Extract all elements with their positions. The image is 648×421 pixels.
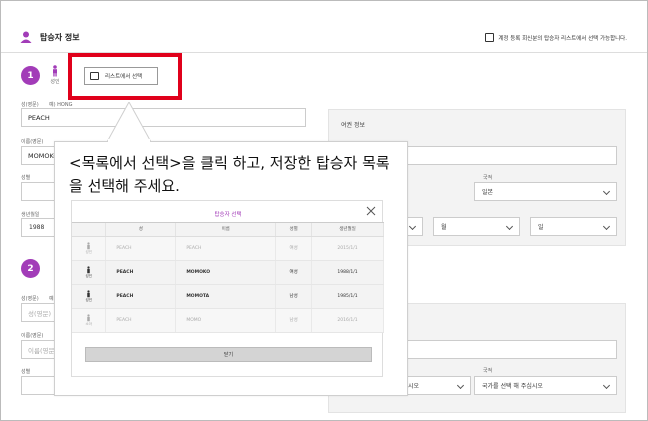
month-value: 월 bbox=[441, 224, 447, 231]
table-header-row: 성 이름 성별 생년월일 bbox=[72, 223, 384, 237]
person-icon bbox=[87, 241, 90, 249]
header-note: 계정 등록 회신분의 탑승자 리스트에서 선택 가능합니다. bbox=[485, 33, 627, 42]
highlight-box bbox=[68, 53, 182, 100]
passenger-select-modal: 탑승자 선택 성 이름 성별 생년월일 성인 PEACH PEACH 여성 20… bbox=[71, 200, 384, 377]
person-icon bbox=[53, 65, 57, 77]
sex-cell: 남성 bbox=[275, 308, 313, 333]
passenger-type-cell: 소아 bbox=[72, 308, 107, 333]
passenger-type: 소아 bbox=[85, 321, 92, 326]
person-icon bbox=[87, 265, 90, 273]
column-header: 생년월일 bbox=[311, 223, 384, 237]
passenger-type: 성인 bbox=[85, 249, 92, 254]
section-header: 탑승자 정보 계정 등록 회신분의 탑승자 리스트에서 선택 가능합니다. bbox=[1, 1, 647, 53]
nationality-select[interactable]: 일본 bbox=[474, 182, 617, 201]
day-value: 일 bbox=[538, 224, 544, 231]
column-header: 이름 bbox=[175, 223, 277, 237]
table-row[interactable]: 성인 PEACH MOMOKO 여성 1988/1/1 bbox=[72, 260, 384, 285]
instruction-text: <목록에서 선택>을 클릭 하고, 저장한 탑승자 목록을 선택해 주세요. bbox=[69, 154, 390, 195]
app-frame: 탑승자 정보 계정 등록 회신분의 탑승자 리스트에서 선택 가능합니다. 1 … bbox=[0, 0, 648, 421]
table-row[interactable]: 성인 PEACH MOMOTA 남성 1985/1/1 bbox=[72, 284, 384, 309]
p2-given-label: 이름(영문) bbox=[21, 333, 44, 339]
page-title: 탑승자 정보 bbox=[40, 33, 80, 42]
nationality-value: 일본 bbox=[482, 189, 494, 196]
list-icon bbox=[485, 33, 495, 42]
given-cell: MOMOKO bbox=[175, 260, 277, 285]
passenger-type-cell: 성인 bbox=[72, 284, 107, 309]
passenger-table: 성 이름 성별 생년월일 성인 PEACH PEACH 여성 2015/1/1 bbox=[72, 223, 384, 333]
person-icon bbox=[87, 313, 90, 321]
step-badge-2: 2 bbox=[21, 259, 40, 278]
surname-cell: PEACH bbox=[105, 284, 177, 309]
chevron-down-icon bbox=[456, 381, 465, 390]
surname-cell: PEACH bbox=[105, 236, 177, 261]
surname-cell: PEACH bbox=[105, 260, 177, 285]
p2-surname-label: 성(영문) bbox=[21, 296, 39, 302]
passenger1-type-label: 성인 bbox=[50, 79, 60, 85]
person-icon bbox=[20, 31, 32, 43]
table-row[interactable]: 소아 PEACH MOMO 남성 2016/1/1 bbox=[72, 308, 384, 333]
surname-example: 예) HONG bbox=[49, 102, 73, 108]
birth-year-value: 1988 bbox=[29, 224, 45, 231]
modal-close-button[interactable]: 닫기 bbox=[85, 347, 372, 362]
given-cell: PEACH bbox=[175, 236, 277, 261]
p2-surname-example: 예 bbox=[49, 296, 54, 302]
passenger-type-cell: 성인 bbox=[72, 236, 107, 261]
modal-title: 탑승자 선택 bbox=[214, 212, 242, 218]
column-header: 성 bbox=[105, 223, 177, 237]
step-badge-1: 1 bbox=[21, 66, 40, 85]
birth-cell: 2016/1/1 bbox=[311, 308, 384, 333]
p2-nationality-value: 국가를 선택 해 주십시오 bbox=[482, 383, 543, 390]
sex-cell: 여성 bbox=[275, 236, 313, 261]
expiry-day-select[interactable]: 일 bbox=[530, 217, 617, 236]
person-icon bbox=[87, 289, 90, 297]
nationality-label: 국적 bbox=[483, 175, 493, 181]
close-icon[interactable] bbox=[366, 206, 376, 216]
passport-number-input[interactable] bbox=[389, 146, 617, 165]
column-header: 성별 bbox=[275, 223, 313, 237]
birth-cell: 2015/1/1 bbox=[311, 236, 384, 261]
sex-cell: 남성 bbox=[275, 284, 313, 309]
passenger1-type: 성인 bbox=[49, 65, 61, 85]
passport-panel-title: 여권 정보 bbox=[341, 122, 365, 129]
passenger-type-cell: 성인 bbox=[72, 260, 107, 285]
p2-nationality-select[interactable]: 국가를 선택 해 주십시오 bbox=[474, 376, 617, 395]
passenger-type: 성인 bbox=[85, 273, 92, 278]
given-cell: MOMO bbox=[175, 308, 277, 333]
chevron-down-icon bbox=[602, 187, 611, 196]
header-note-text: 계정 등록 회신분의 탑승자 리스트에서 선택 가능합니다. bbox=[498, 35, 627, 42]
chevron-down-icon bbox=[408, 222, 417, 231]
chevron-down-icon bbox=[505, 222, 514, 231]
surname-input[interactable]: PEACH bbox=[21, 108, 306, 127]
chevron-down-icon bbox=[602, 381, 611, 390]
p2-passport-number-input[interactable] bbox=[389, 340, 617, 359]
passenger-type: 성인 bbox=[85, 297, 92, 302]
callout-pointer-cover bbox=[108, 139, 150, 143]
sex-cell: 여성 bbox=[275, 260, 313, 285]
chevron-down-icon bbox=[602, 222, 611, 231]
sex-label: 성별 bbox=[21, 175, 31, 181]
birth-label: 생년월일 bbox=[21, 212, 40, 218]
birth-cell: 1985/1/1 bbox=[311, 284, 384, 309]
surname-cell: PEACH bbox=[105, 308, 177, 333]
column-header bbox=[72, 223, 107, 237]
expiry-month-select[interactable]: 월 bbox=[433, 217, 520, 236]
callout-pointer bbox=[107, 102, 151, 142]
surname-label: 성(영문) bbox=[21, 102, 39, 108]
table-row[interactable]: 성인 PEACH PEACH 여성 2015/1/1 bbox=[72, 236, 384, 261]
given-cell: MOMOTA bbox=[175, 284, 277, 309]
p2-nationality-label: 국적 bbox=[483, 368, 493, 374]
given-name-label: 이름(영문) bbox=[21, 139, 44, 145]
birth-cell: 1988/1/1 bbox=[311, 260, 384, 285]
p2-sex-label: 성별 bbox=[21, 369, 31, 375]
